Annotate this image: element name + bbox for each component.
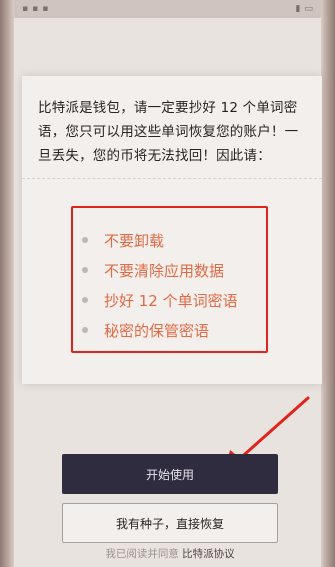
tip-item: 秘密的保管密语 — [82, 315, 267, 345]
agreement-line: 我已阅读并同意 比特派协议 — [62, 546, 278, 562]
tip-label: 秘密的保管密语 — [104, 321, 210, 340]
notification-icon: ▪ — [22, 4, 29, 14]
start-using-button[interactable]: 开始使用 — [62, 454, 278, 494]
status-icons-right: ▮ ▭ — [296, 4, 313, 14]
tip-item: 不要清除应用数据 — [82, 255, 267, 285]
restore-from-seed-button[interactable]: 我有种子，直接恢复 — [62, 503, 278, 543]
bullet-icon — [82, 297, 88, 303]
bullet-icon — [82, 267, 88, 273]
status-icons-left: ▪ ▪ ▪ — [22, 4, 48, 14]
divider — [22, 178, 322, 179]
agreement-prefix: 我已阅读并同意 — [105, 548, 179, 560]
status-bar: ▪ ▪ ▪ ▮ ▭ — [14, 0, 321, 18]
battery-icon: ▭ — [304, 4, 313, 14]
bullet-icon — [82, 327, 88, 333]
tips-list: 不要卸载 不要清除应用数据 抄好 12 个单词密语 秘密的保管密语 — [82, 225, 267, 345]
notification-icon: ▪ — [32, 4, 39, 14]
bullet-icon — [82, 237, 88, 243]
signal-icon: ▮ — [295, 4, 301, 14]
notification-icon: ▪ — [42, 4, 49, 14]
intro-text: 比特派是钱包，请一定要抄好 12 个单词密语，您只可以用这些单词恢复您的账户！一… — [38, 100, 299, 164]
tip-label: 抄好 12 个单词密语 — [104, 291, 238, 310]
tip-item: 抄好 12 个单词密语 — [82, 285, 267, 315]
tip-label: 不要卸载 — [104, 231, 165, 250]
agreement-link[interactable]: 比特派协议 — [182, 548, 235, 560]
tip-item: 不要卸载 — [82, 225, 267, 255]
tip-label: 不要清除应用数据 — [104, 261, 225, 280]
